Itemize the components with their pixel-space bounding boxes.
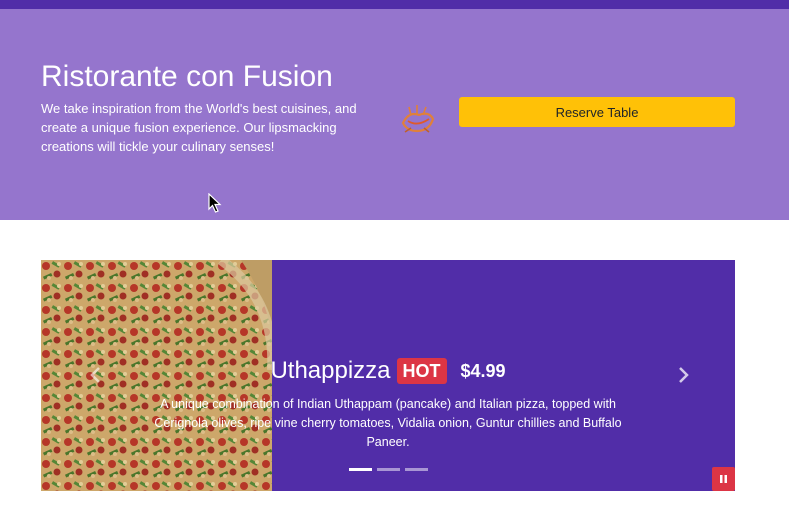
- carousel-indicator[interactable]: [405, 468, 428, 471]
- reserve-table-button[interactable]: Reserve Table: [459, 97, 735, 127]
- pause-icon: [720, 475, 727, 483]
- carousel-next-chevron-icon[interactable]: [668, 360, 698, 390]
- carousel-indicator[interactable]: [349, 468, 372, 471]
- mouse-cursor-icon: [208, 193, 222, 213]
- hot-badge: HOT: [396, 358, 447, 384]
- jumbotron: Ristorante con Fusion We take inspiratio…: [0, 9, 789, 220]
- tagline: We take inspiration from the World's bes…: [41, 101, 357, 154]
- top-bar: [0, 0, 789, 9]
- dish-price: $4.99: [460, 360, 506, 381]
- page-title: Ristorante con Fusion: [41, 60, 333, 93]
- dish-carousel[interactable]: Uthappizza HOT $4.99 A unique combination …: [41, 260, 735, 491]
- dish-heading: Uthappizza HOT $4.99: [41, 357, 735, 385]
- dish-name: Uthappizza: [270, 357, 391, 384]
- carousel-prev-chevron-icon[interactable]: [81, 360, 111, 390]
- dish-description: A unique combination of Indian Uthappam …: [154, 397, 622, 449]
- restaurant-logo-icon: [401, 105, 435, 133]
- carousel-pause-button[interactable]: [712, 467, 735, 491]
- carousel-indicator[interactable]: [377, 468, 400, 471]
